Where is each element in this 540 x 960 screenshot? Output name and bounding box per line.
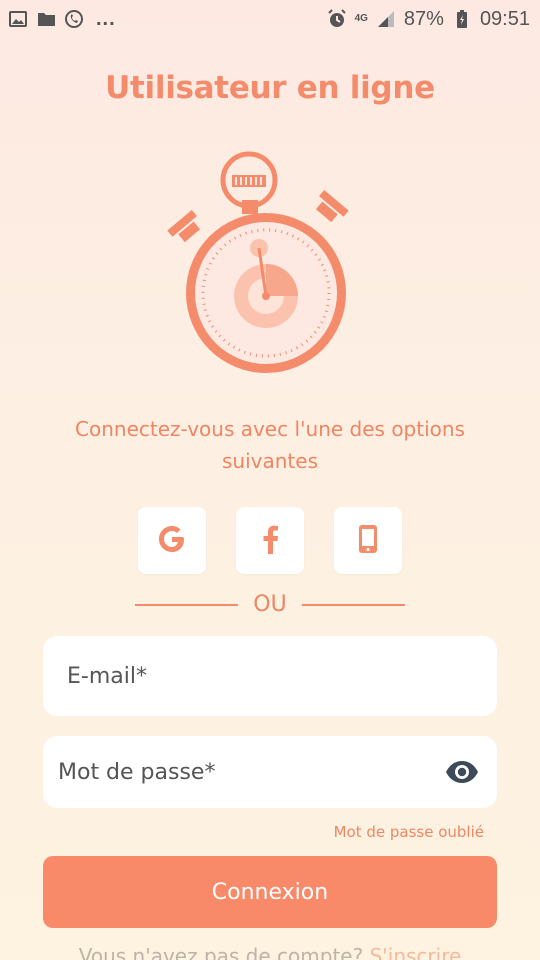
facebook-login-button[interactable] (236, 507, 304, 574)
google-login-button[interactable] (138, 507, 206, 574)
show-password-eye-icon[interactable] (445, 755, 479, 789)
clock-time: 09:51 (479, 7, 530, 30)
network-type-label: 4G (354, 13, 368, 24)
email-field-container (43, 636, 497, 716)
signal-icon (376, 9, 396, 29)
signup-link[interactable]: S'inscrire (370, 944, 462, 960)
more-notifications-indicator: ... (96, 7, 116, 30)
battery-percent: 87% (403, 7, 444, 30)
signup-prompt-text: Vous n'avez pas de compte? (78, 944, 364, 960)
divider-line-left (135, 604, 238, 606)
page-title: Utilisateur en ligne (105, 70, 435, 106)
google-icon (157, 524, 187, 558)
alarm-icon (327, 9, 347, 29)
image-icon (8, 9, 28, 29)
email-field[interactable] (67, 663, 497, 689)
password-field[interactable] (58, 759, 445, 785)
battery-charging-icon (452, 9, 472, 29)
or-divider: OU (135, 586, 405, 626)
phone-icon (358, 524, 378, 558)
facebook-icon (261, 524, 279, 558)
login-button[interactable]: Connexion (43, 856, 497, 928)
forgot-password-link[interactable]: Mot de passe oublié (334, 823, 484, 841)
social-login-row (138, 507, 402, 574)
or-label: OU (238, 586, 302, 626)
password-field-container (43, 736, 497, 808)
login-options-instruction: Connectez-vous avec l'une des options su… (75, 417, 465, 473)
status-bar: ... 4G 87% 09:51 (0, 0, 540, 38)
folder-icon (36, 9, 56, 29)
divider-line-right (302, 604, 405, 606)
phone-login-button[interactable] (334, 507, 402, 574)
status-bar-right: 4G 87% 09:51 (327, 8, 530, 31)
stopwatch-illustration (158, 148, 358, 388)
signup-prompt: Vous n'avez pas de compte? S'inscrire (0, 944, 540, 960)
whatsapp-icon (64, 9, 84, 29)
status-bar-left: ... (8, 8, 116, 31)
